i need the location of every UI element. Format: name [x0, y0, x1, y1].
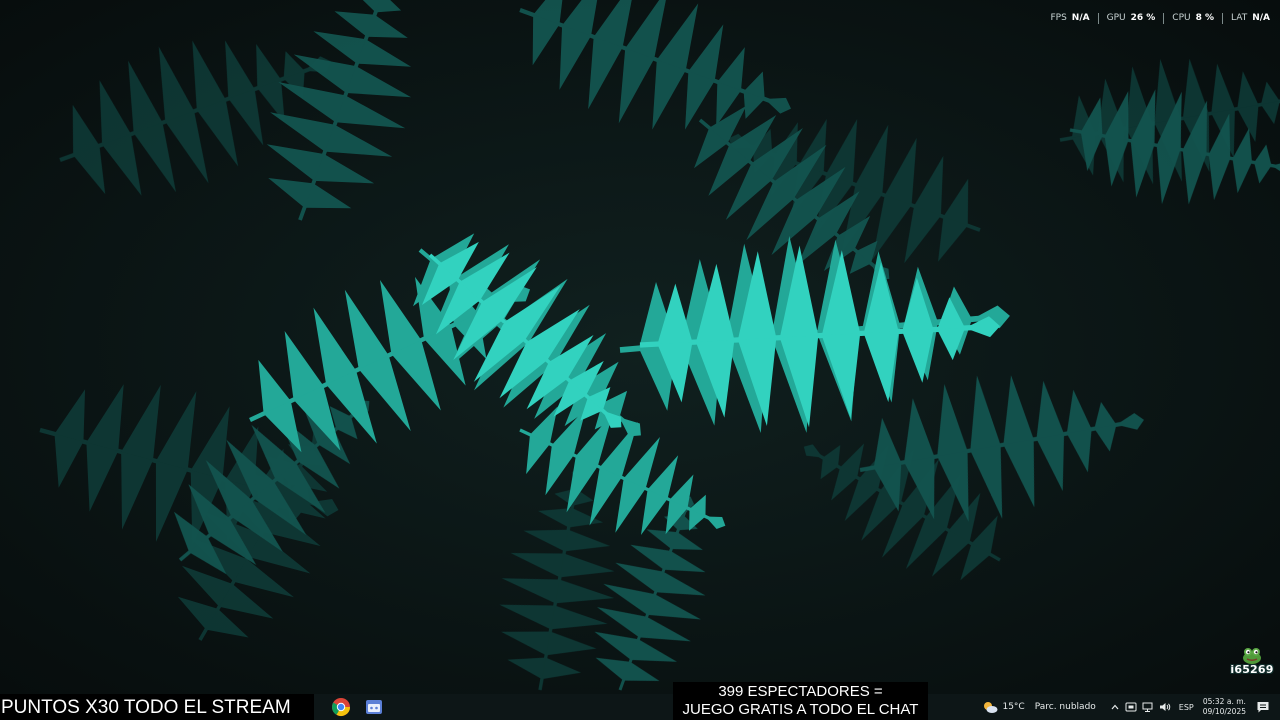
weather-condition: Parc. nublado [1034, 702, 1096, 712]
lat-value: N/A [1252, 13, 1270, 23]
desktop-wallpaper [0, 0, 1280, 694]
gpu-label: GPU [1106, 13, 1126, 23]
tray-icons [1110, 701, 1171, 713]
fps-stat: FPS N/A [1042, 13, 1097, 23]
channel-badge: i65269 [1230, 646, 1274, 680]
channel-badge-text: i65269 [1230, 663, 1274, 676]
network-icon[interactable] [1142, 701, 1154, 713]
cpu-value: 8 % [1195, 13, 1215, 23]
clock-time: 05:32 a. m. [1202, 697, 1246, 706]
weather-temp: 15°C [1002, 702, 1025, 712]
chevron-up-icon[interactable] [1110, 702, 1120, 712]
viewer-goal-line1: 399 ESPECTADORES = [718, 683, 883, 700]
tray-app-icon[interactable] [1125, 701, 1137, 713]
clock-date: 09/10/2025 [1202, 707, 1246, 716]
notification-icon[interactable] [1256, 700, 1270, 714]
clock[interactable]: 05:32 a. m. 09/10/2025 [1203, 697, 1246, 717]
viewer-goal-overlay: 399 ESPECTADORES = JUEGO GRATIS A TODO E… [673, 682, 928, 720]
system-tray: 15°C Parc. nublado ESP 05:32 a. m. 09/10… [982, 694, 1280, 720]
app-window-icon[interactable] [364, 697, 384, 717]
fps-value: N/A [1071, 13, 1090, 23]
frog-emote-icon [1243, 648, 1261, 664]
cpu-label: CPU [1172, 13, 1191, 23]
viewer-goal-line2: JUEGO GRATIS A TODO EL CHAT [682, 701, 919, 718]
language-indicator[interactable]: ESP [1179, 703, 1194, 712]
volume-icon[interactable] [1159, 701, 1171, 713]
performance-overlay: FPS N/A GPU 26 % CPU 8 % LAT N/A [1042, 11, 1270, 25]
lat-stat: LAT N/A [1223, 13, 1270, 23]
fps-label: FPS [1050, 13, 1067, 23]
partly-cloudy-icon [984, 702, 998, 713]
weather-widget[interactable]: 15°C Parc. nublado [982, 700, 1096, 714]
cpu-stat: CPU 8 % [1164, 13, 1222, 23]
lat-label: LAT [1231, 13, 1248, 23]
chrome-icon[interactable] [331, 697, 351, 717]
gpu-stat: GPU 26 % [1099, 13, 1164, 23]
gpu-value: 26 % [1130, 13, 1156, 23]
stream-ticker: PUNTOS X30 TODO EL STREAM [0, 694, 314, 720]
